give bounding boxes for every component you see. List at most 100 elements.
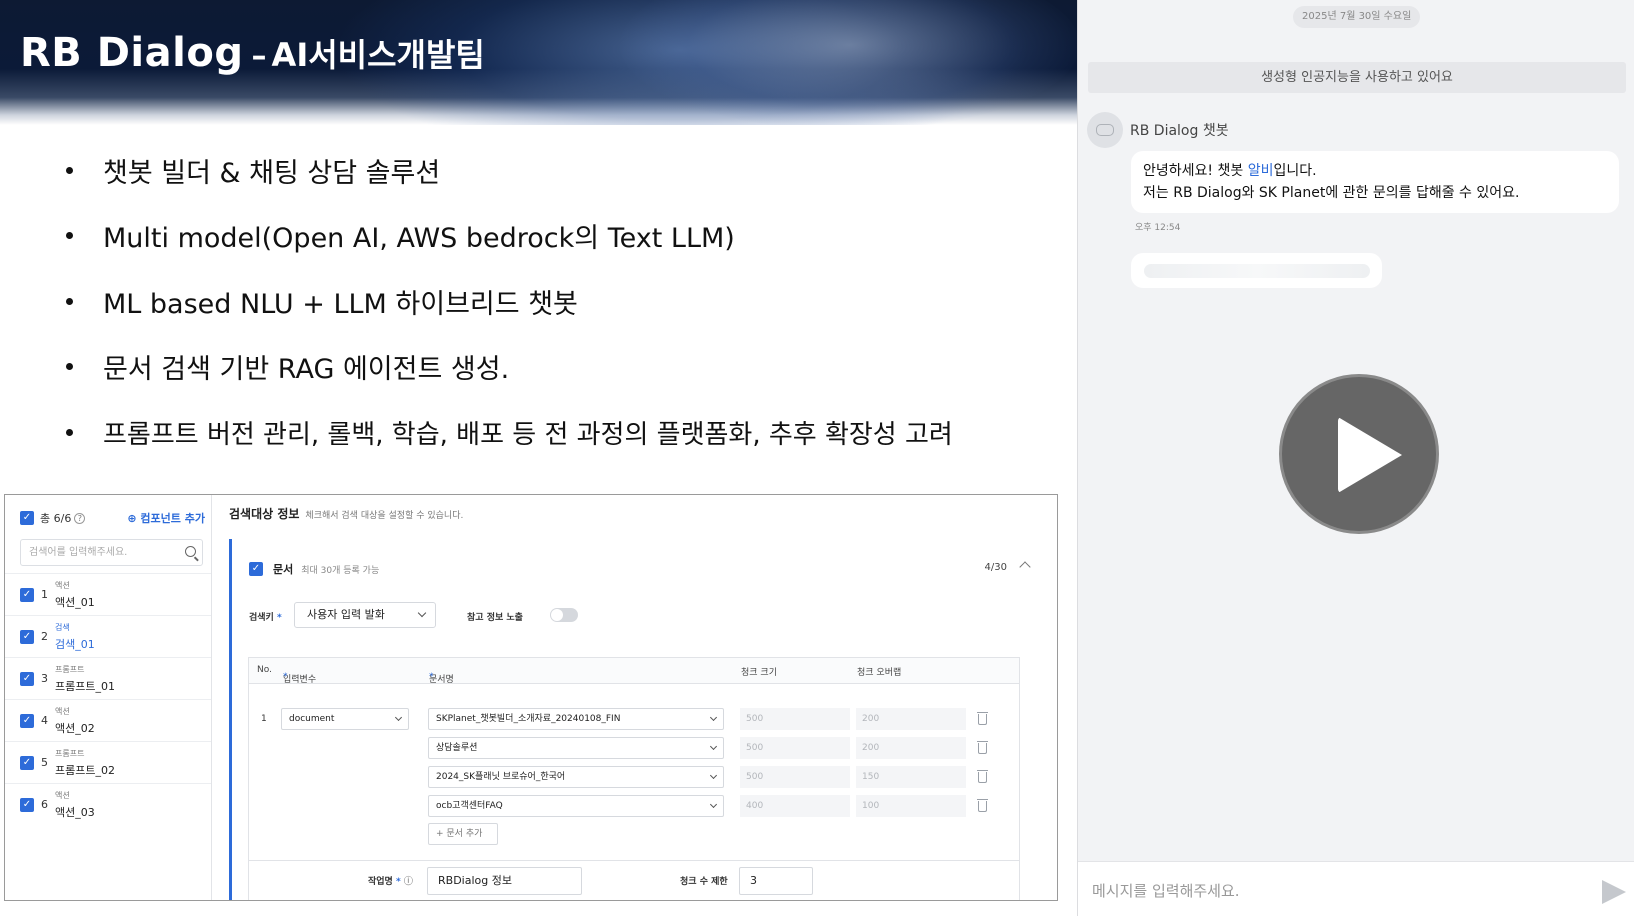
task-name-label-text: 작업명: [368, 877, 393, 887]
table-header: No. 입력변수 * 문서명 * 청크 크기 청크 오버랩: [249, 658, 1019, 685]
ref-info-toggle[interactable]: [550, 608, 578, 622]
bullet-dot: [66, 231, 73, 239]
chat-panel: 2025년 7월 30일 수요일 생성형 인공지능을 사용하고 있어요 RB D…: [1077, 0, 1634, 916]
component-item[interactable]: ✓ 6 액션 액션_03: [5, 783, 211, 825]
chunk-overlap-input[interactable]: 100: [856, 795, 966, 817]
doc-name-select[interactable]: ocb고객센터FAQ: [428, 795, 724, 817]
check-icon[interactable]: ✓: [20, 511, 34, 525]
chunk-overlap-input[interactable]: 200: [856, 708, 966, 730]
search-icon[interactable]: [185, 546, 196, 557]
chunk-size-input[interactable]: 500: [740, 766, 850, 788]
component-num: 3: [41, 672, 48, 685]
add-component-button[interactable]: ⊕ 컴포넌트 추가: [127, 510, 205, 526]
trash-icon[interactable]: [977, 741, 988, 754]
component-item[interactable]: ✓ 3 프롬프트 프롬프트_01: [5, 657, 211, 699]
task-settings-row: 작업명 * ⓘ RBDialog 정보 청크 수 제한 3: [248, 860, 1020, 900]
component-type: 액션: [55, 581, 70, 590]
help-icon[interactable]: ?: [74, 512, 86, 524]
input-var-value: document: [289, 714, 335, 724]
check-icon[interactable]: ✓: [20, 798, 34, 812]
bot-message-bubble: 안녕하세요! 챗봇 알비입니다. 저는 RB Dialog와 SK Planet…: [1131, 151, 1619, 213]
component-name: 액션_01: [55, 596, 95, 609]
chevron-down-icon: [394, 713, 403, 722]
component-name: 프롬프트_01: [55, 680, 115, 693]
document-label: 문서: [273, 563, 294, 576]
trash-icon[interactable]: [977, 712, 988, 725]
required-mark: *: [283, 672, 288, 682]
component-type: 검색: [55, 623, 70, 632]
chunk-limit-label: 청크 수 제한: [680, 877, 728, 887]
row-number: 1: [261, 714, 267, 724]
required-mark: *: [429, 672, 434, 682]
chunk-overlap-input[interactable]: 200: [856, 737, 966, 759]
slide-header: RB Dialog – AI서비스개발팀: [0, 0, 1077, 125]
bullet-dot: [66, 166, 73, 174]
detail-title-text: 검색대상 정보: [229, 507, 300, 521]
chevron-down-icon: [709, 742, 718, 751]
greeting-post: 입니다.: [1273, 163, 1317, 179]
component-panel: ✓ 총 6/6 ? ⊕ 컴포넌트 추가 검색어를 입력해주세요. ✓ 1 액션 …: [5, 495, 212, 900]
loading-message-bubble: [1131, 253, 1382, 288]
trash-icon[interactable]: [977, 770, 988, 783]
document-card: ✓ 문서 최대 30개 등록 가능 4/30 검색키 * 사용자 입력 발화 참…: [229, 539, 1049, 900]
chunk-overlap-input[interactable]: 150: [856, 766, 966, 788]
presentation-slide: RB Dialog – AI서비스개발팀 챗봇 빌더 & 채팅 상담 솔루션 Mu…: [0, 0, 1077, 916]
check-icon[interactable]: ✓: [20, 630, 34, 644]
greeting-line-2: 저는 RB Dialog와 SK Planet에 관한 문의를 답해줄 수 있어…: [1143, 185, 1520, 201]
required-mark: *: [276, 613, 282, 623]
chevron-down-icon: [709, 713, 718, 722]
bullet-text: Multi model(Open AI, AWS bedrock의 Text L…: [103, 222, 735, 254]
chevron-down-icon: [417, 608, 427, 618]
component-item[interactable]: ✓ 1 액션 액션_01: [5, 573, 211, 615]
help-icon[interactable]: ⓘ: [404, 877, 413, 887]
bullet-item: 문서 검색 기반 RAG 에이전트 생성.: [66, 346, 509, 386]
component-type: 프롬프트: [55, 665, 85, 674]
chunk-size-input[interactable]: 400: [740, 795, 850, 817]
bullet-item: Multi model(Open AI, AWS bedrock의 Text L…: [66, 215, 735, 255]
chunk-size-input[interactable]: 500: [740, 708, 850, 730]
component-item[interactable]: ✓ 2 검색 검색_01: [5, 615, 211, 657]
slide-title: RB Dialog – AI서비스개발팀: [20, 30, 485, 76]
chunk-limit-input[interactable]: 3: [739, 867, 813, 895]
search-key-select[interactable]: 사용자 입력 발화: [294, 602, 436, 628]
search-key-label: 검색키 *: [249, 610, 282, 623]
bot-icon: [1096, 124, 1114, 136]
check-icon[interactable]: ✓: [249, 562, 263, 576]
document-sublabel: 최대 30개 등록 가능: [301, 565, 380, 576]
doc-name-select[interactable]: 2024_SK플래닛 브로슈어_한국어: [428, 766, 724, 788]
check-icon[interactable]: ✓: [20, 756, 34, 770]
component-panel-header: ✓ 총 6/6 ? ⊕ 컴포넌트 추가: [20, 509, 205, 527]
add-document-button[interactable]: + 문서 추가: [428, 823, 498, 845]
document-card-header: ✓ 문서 최대 30개 등록 가능: [249, 561, 379, 577]
doc-name-select[interactable]: SKPlanet_챗봇빌더_소개자료_20240108_FIN: [428, 708, 724, 730]
component-num: 6: [41, 798, 48, 811]
ai-notice-banner: 생성형 인공지능을 사용하고 있어요: [1088, 62, 1626, 93]
chunk-size-input[interactable]: 500: [740, 737, 850, 759]
component-num: 5: [41, 756, 48, 769]
chevron-up-icon[interactable]: [1019, 561, 1031, 573]
doc-name: 2024_SK플래닛 브로슈어_한국어: [436, 772, 566, 782]
task-name-input[interactable]: RBDialog 정보: [427, 867, 582, 895]
check-icon[interactable]: ✓: [20, 588, 34, 602]
check-icon[interactable]: ✓: [20, 672, 34, 686]
component-item[interactable]: ✓ 4 액션 액션_02: [5, 699, 211, 741]
trash-icon[interactable]: [977, 799, 988, 812]
component-name: 액션_03: [55, 806, 95, 819]
component-type: 액션: [55, 707, 70, 716]
col-chunk-size: 청크 크기: [741, 668, 777, 678]
message-time: 오후 12:54: [1135, 223, 1181, 233]
send-icon[interactable]: [1602, 880, 1626, 904]
doc-name-select[interactable]: 상담솔루션: [428, 737, 724, 759]
play-icon: [1338, 417, 1402, 493]
component-num: 1: [41, 588, 48, 601]
component-name: 프롬프트_02: [55, 764, 115, 777]
message-input[interactable]: 메시지를 입력해주세요.: [1092, 880, 1240, 901]
ref-info-label: 참고 정보 노출: [467, 613, 523, 623]
component-item[interactable]: ✓ 5 프롬프트 프롬프트_02: [5, 741, 211, 783]
doc-name: SKPlanet_챗봇빌더_소개자료_20240108_FIN: [436, 714, 621, 724]
bot-nickname: 알비: [1247, 163, 1274, 179]
check-icon[interactable]: ✓: [20, 714, 34, 728]
video-play-button[interactable]: [1279, 374, 1439, 534]
component-search-input[interactable]: 검색어를 입력해주세요.: [20, 539, 203, 566]
input-var-select[interactable]: document: [281, 708, 409, 730]
